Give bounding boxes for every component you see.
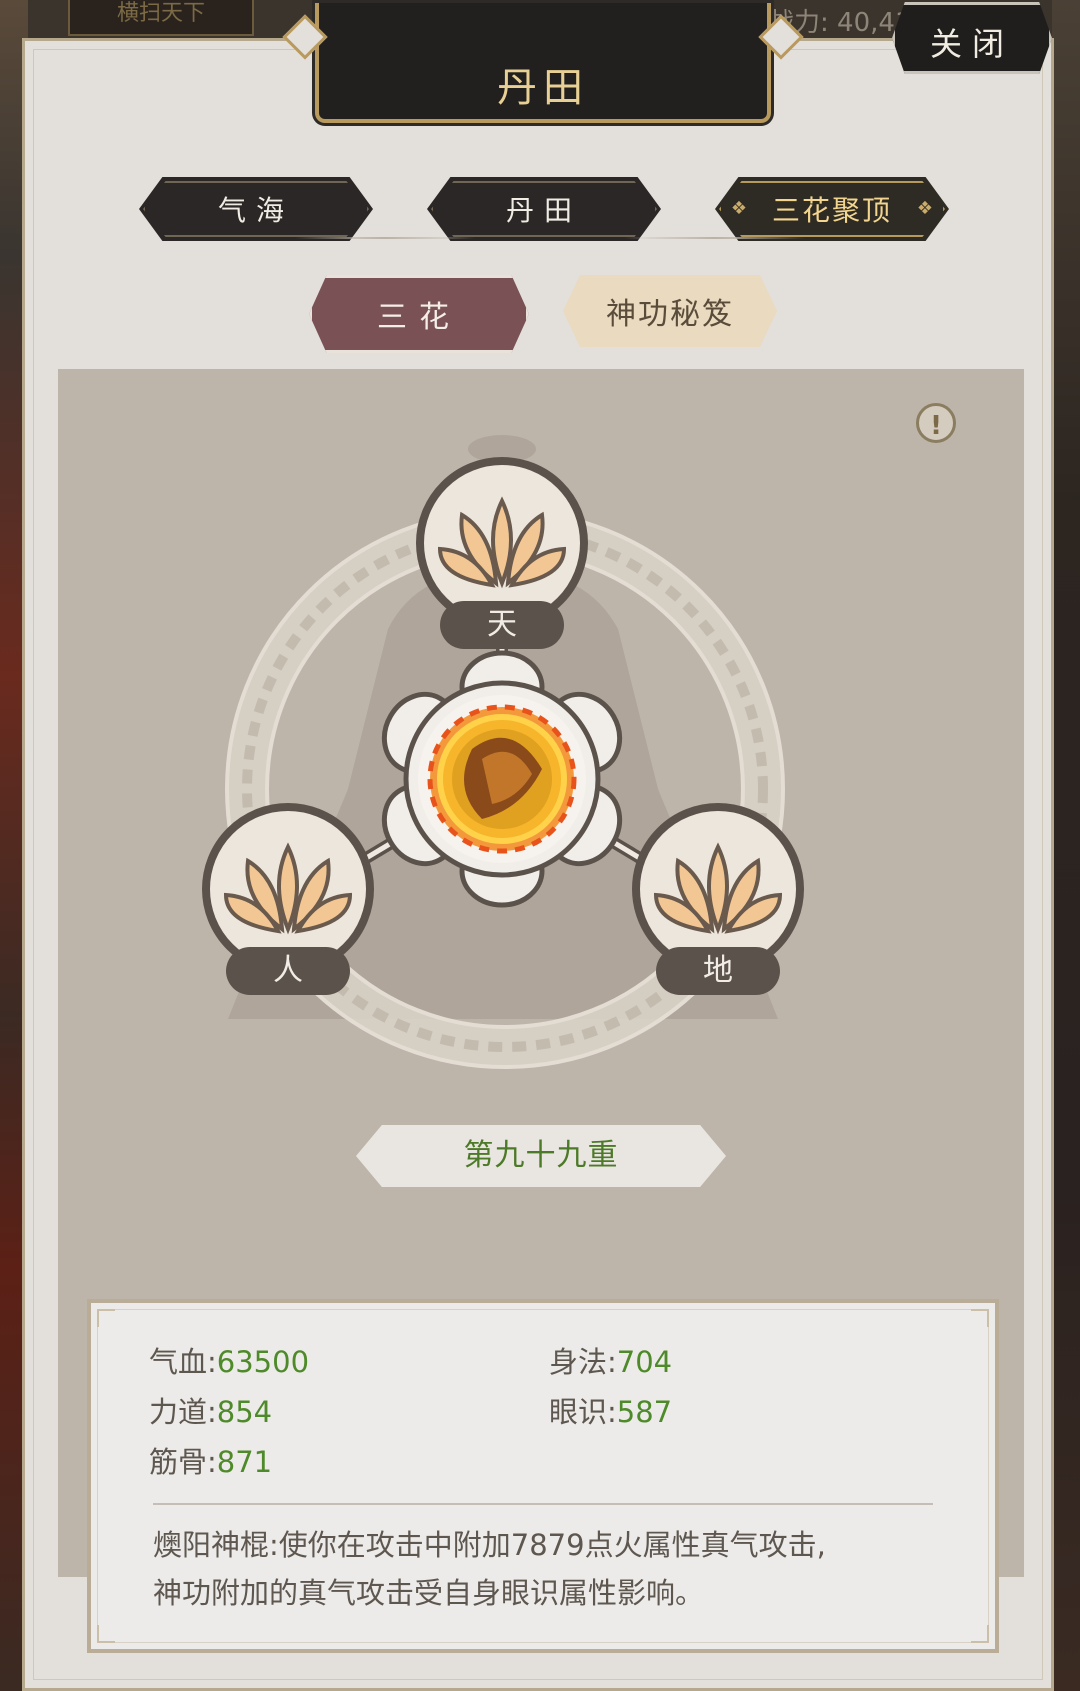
subtab-shengong-miji[interactable]: 神功秘笈 bbox=[563, 275, 777, 347]
stat-value: 704 bbox=[616, 1345, 673, 1379]
divider-right bbox=[625, 237, 805, 239]
flower-label-di[interactable]: 地 bbox=[656, 947, 780, 995]
flower-label-ren[interactable]: 人 bbox=[226, 947, 350, 995]
skill-description: 燠阳神棍:使你在攻击中附加7879点火属性真气攻击, 神功附加的真气攻击受自身眼… bbox=[153, 1521, 953, 1617]
stats-box: 气血:63500 身法:704 力道:854 眼识:587 筋骨:871 燠阳神… bbox=[87, 1299, 999, 1653]
stat-qixue: 气血:63500 bbox=[149, 1339, 309, 1381]
close-label: 关闭 bbox=[929, 25, 1014, 63]
title-plate: 丹田 bbox=[315, 3, 771, 123]
stat-value: 854 bbox=[216, 1395, 273, 1429]
stats-divider bbox=[153, 1503, 933, 1505]
stat-label: 气血: bbox=[149, 1345, 217, 1379]
page-title: 丹田 bbox=[497, 65, 589, 111]
flower-label-tian[interactable]: 天 bbox=[440, 601, 564, 649]
description-line: 燠阳神棍:使你在攻击中附加7879点火属性真气攻击, bbox=[153, 1528, 826, 1562]
description-line: 神功附加的真气攻击受自身眼识属性影响。 bbox=[153, 1576, 705, 1610]
stat-value: 871 bbox=[216, 1445, 273, 1479]
stat-shenfa: 身法:704 bbox=[549, 1339, 672, 1381]
stat-label: 眼识: bbox=[549, 1395, 617, 1429]
stat-yanshi: 眼识:587 bbox=[549, 1389, 672, 1431]
subtab-sanhua[interactable]: 三花 bbox=[309, 275, 529, 353]
corner-ornament bbox=[97, 1625, 115, 1643]
subtab-label: 神功秘笈 bbox=[606, 297, 734, 332]
ornament-icon: ❖ bbox=[730, 198, 748, 219]
corner-ornament bbox=[971, 1309, 989, 1327]
stat-lidao: 力道:854 bbox=[149, 1389, 272, 1431]
divider-left bbox=[295, 237, 475, 239]
tab-label: 丹田 bbox=[505, 194, 582, 227]
stat-value: 63500 bbox=[216, 1345, 310, 1379]
close-button[interactable]: 关闭 bbox=[892, 2, 1052, 74]
stat-jingu: 筋骨:871 bbox=[149, 1439, 272, 1481]
tab-sanhua-juding[interactable]: 三花聚顶 bbox=[715, 177, 949, 241]
tab-qihai[interactable]: 气海 bbox=[139, 177, 373, 241]
stat-label: 筋骨: bbox=[149, 1445, 217, 1479]
ornament-icon: ❖ bbox=[916, 198, 934, 219]
level-plate: 第九十九重 bbox=[356, 1125, 726, 1187]
background-tag: 横扫天下 bbox=[68, 0, 254, 36]
background-scene-right bbox=[1052, 0, 1080, 1691]
stat-value: 587 bbox=[616, 1395, 673, 1429]
tab-label: 三花聚顶 bbox=[771, 194, 892, 227]
tab-dantian[interactable]: 丹田 bbox=[427, 177, 661, 241]
corner-ornament bbox=[97, 1309, 115, 1327]
corner-ornament bbox=[971, 1625, 989, 1643]
subtab-label: 三花 bbox=[377, 300, 461, 335]
dantian-panel: 丹田 气海 丹田 三花聚顶 ❖ ❖ 三花 神功秘笈 ! 天 人 地 第九十九重 … bbox=[22, 3, 1054, 1691]
tab-label: 气海 bbox=[217, 194, 294, 227]
stat-label: 身法: bbox=[549, 1345, 617, 1379]
stat-label: 力道: bbox=[149, 1395, 217, 1429]
